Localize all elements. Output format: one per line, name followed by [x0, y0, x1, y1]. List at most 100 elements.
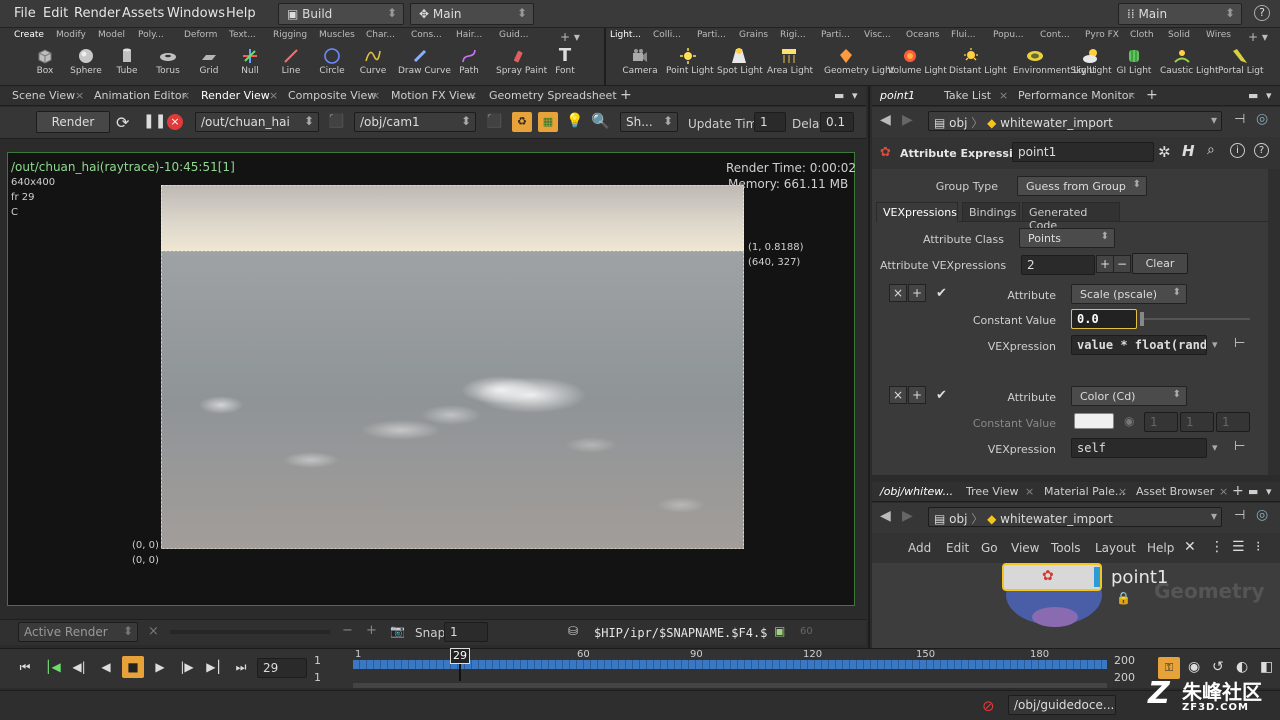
- playhead-frame[interactable]: 29: [450, 648, 470, 664]
- menu-assets[interactable]: Assets: [122, 6, 164, 21]
- menu-edit[interactable]: Edit: [946, 541, 969, 555]
- active-render-select[interactable]: Active Render ⬍: [18, 622, 138, 642]
- constant-value-field[interactable]: 0.0: [1071, 309, 1137, 329]
- vex-preset-icon[interactable]: ⊢: [1234, 336, 1245, 351]
- attribute-class-select[interactable]: Points: [1019, 228, 1115, 248]
- menu-help[interactable]: Help: [226, 6, 256, 21]
- desktop-select[interactable]: ▣ Build ⬍: [278, 3, 404, 25]
- close-icon[interactable]: ×: [1127, 89, 1136, 102]
- menu-help[interactable]: Help: [1147, 541, 1174, 555]
- network-path-field[interactable]: ▤ obj 〉 ◆ whitewater_import ▾: [928, 507, 1222, 527]
- chevron-down-icon[interactable]: ▾: [1212, 338, 1218, 351]
- shelf-tab-solid[interactable]: Solid: [1168, 30, 1190, 40]
- menu-file[interactable]: File: [14, 6, 36, 21]
- step-end-icon[interactable]: ▶⎮: [203, 656, 225, 678]
- range-slider[interactable]: [353, 683, 1107, 688]
- menu-render[interactable]: Render: [74, 6, 120, 21]
- tool-draw-curve[interactable]: Draw Curve: [398, 47, 451, 85]
- tab-material-palette[interactable]: Material Pale...: [1044, 485, 1125, 498]
- add-tab-icon[interactable]: +: [620, 87, 632, 103]
- tool-torus[interactable]: Torus: [146, 47, 190, 85]
- previous-key-icon[interactable]: ◀|: [68, 656, 90, 678]
- plus-icon[interactable]: +: [366, 623, 377, 638]
- shelf-tab-cons[interactable]: Cons...: [411, 30, 442, 40]
- jump-end-icon[interactable]: ⏭: [230, 656, 252, 678]
- snap-field[interactable]: 1: [444, 622, 488, 642]
- help-h-icon[interactable]: H: [1182, 142, 1195, 160]
- remove-entry-icon[interactable]: −: [1113, 255, 1131, 273]
- select-rop-icon[interactable]: ⬛: [328, 114, 344, 129]
- shelf-tab-hair[interactable]: Hair...: [456, 30, 482, 40]
- shelf-tab-pyro[interactable]: Pyro FX: [1085, 30, 1119, 40]
- play-reverse-icon[interactable]: ◀: [95, 656, 117, 678]
- tab-generated-code[interactable]: Generated Code: [1022, 202, 1120, 232]
- remove-snapshot-icon[interactable]: ×: [148, 624, 159, 639]
- tab-render-view[interactable]: Render View: [201, 89, 270, 102]
- info-icon[interactable]: i: [1230, 143, 1245, 158]
- shelf-tab-parti2[interactable]: Parti...: [821, 30, 850, 40]
- pane-splitter[interactable]: [868, 86, 870, 648]
- current-frame-field[interactable]: 29: [257, 658, 307, 678]
- camera-path-field[interactable]: /obj/cam1 ⬍: [354, 112, 476, 132]
- end-frame-2[interactable]: 200: [1114, 671, 1135, 684]
- param-scrollbar[interactable]: [1268, 169, 1280, 475]
- audio-icon[interactable]: ◐: [1236, 659, 1248, 675]
- tool-line[interactable]: Line: [269, 47, 313, 85]
- render-region-icon[interactable]: ▦: [538, 112, 558, 132]
- color-wheel-icon[interactable]: ◉: [1124, 414, 1134, 428]
- insert-entry-icon[interactable]: +: [908, 284, 926, 302]
- forward-arrow-icon[interactable]: ▶: [902, 508, 913, 524]
- chevron-down-icon[interactable]: ▾: [1212, 441, 1218, 454]
- back-arrow-icon[interactable]: ◀: [880, 508, 891, 524]
- attribute-select[interactable]: Color (Cd): [1071, 386, 1187, 406]
- next-key-icon[interactable]: |▶: [176, 656, 198, 678]
- color-g-field[interactable]: 1: [1180, 412, 1214, 432]
- delete-entry-icon[interactable]: ×: [889, 284, 907, 302]
- list-icon[interactable]: ☰: [1232, 539, 1245, 555]
- update-time-field[interactable]: 1: [754, 112, 786, 132]
- close-icon[interactable]: ×: [1219, 485, 1228, 498]
- tab-scene-view[interactable]: Scene View: [12, 89, 75, 102]
- shelf-tab-modify[interactable]: Modify: [56, 30, 86, 40]
- maximize-icon[interactable]: ▬: [834, 89, 844, 102]
- path-node[interactable]: whitewater_import: [1000, 512, 1113, 526]
- color-swatch[interactable]: [1074, 413, 1114, 429]
- constant-slider[interactable]: [1144, 318, 1250, 320]
- tool-path[interactable]: Path: [447, 47, 491, 85]
- link-icon[interactable]: ◎: [1256, 507, 1268, 523]
- tab-animation-editor[interactable]: Animation Editor: [94, 89, 186, 102]
- network-editor[interactable]: Geometry ✿ point1 🔒: [872, 563, 1280, 648]
- shelf-tab-flui[interactable]: Flui...: [951, 30, 975, 40]
- tab-network[interactable]: /obj/whitew...: [880, 485, 953, 498]
- jump-start-icon[interactable]: ⏮: [14, 656, 36, 678]
- no-entry-icon[interactable]: ⊘: [982, 697, 995, 715]
- tool-caustic-light[interactable]: Caustic Light: [1160, 47, 1219, 85]
- close-icon[interactable]: ×: [181, 89, 190, 102]
- shelf-tab-colli[interactable]: Colli...: [653, 30, 681, 40]
- close-icon[interactable]: ×: [269, 89, 278, 102]
- shelf-tab-deform[interactable]: Deform: [184, 30, 217, 40]
- attr-vex-count-field[interactable]: 2: [1021, 255, 1095, 275]
- tab-tree-view[interactable]: Tree View: [966, 485, 1019, 498]
- tool-grid[interactable]: Grid: [187, 47, 231, 85]
- tab-bindings[interactable]: Bindings: [962, 202, 1020, 222]
- path-node[interactable]: whitewater_import: [1000, 116, 1113, 130]
- menu-add[interactable]: Add: [908, 541, 931, 555]
- shelf-tab-text[interactable]: Text...: [229, 30, 256, 40]
- tab-take-list[interactable]: Take List: [944, 89, 991, 102]
- tool-distant-light[interactable]: Distant Light: [949, 47, 1007, 85]
- tool-point-light[interactable]: Point Light: [666, 47, 714, 85]
- close-icon[interactable]: ×: [468, 89, 477, 102]
- tool-gi-light[interactable]: GI Light: [1112, 47, 1156, 85]
- attribute-select[interactable]: Scale (pscale): [1071, 284, 1187, 304]
- link-icon[interactable]: ◎: [1256, 111, 1268, 127]
- tab-point1[interactable]: point1: [880, 89, 915, 102]
- shelf-tab-grains[interactable]: Grains: [739, 30, 768, 40]
- shelf-tab-parti[interactable]: Parti...: [697, 30, 726, 40]
- color-r-field[interactable]: 1: [1144, 412, 1178, 432]
- pin-icon[interactable]: ⊣: [1234, 508, 1245, 523]
- tool-area-light[interactable]: Area Light: [767, 47, 813, 85]
- disk-icon[interactable]: ⛁: [568, 624, 578, 638]
- group-type-select[interactable]: Guess from Group: [1017, 176, 1147, 196]
- tool-camera[interactable]: Camera: [618, 47, 662, 85]
